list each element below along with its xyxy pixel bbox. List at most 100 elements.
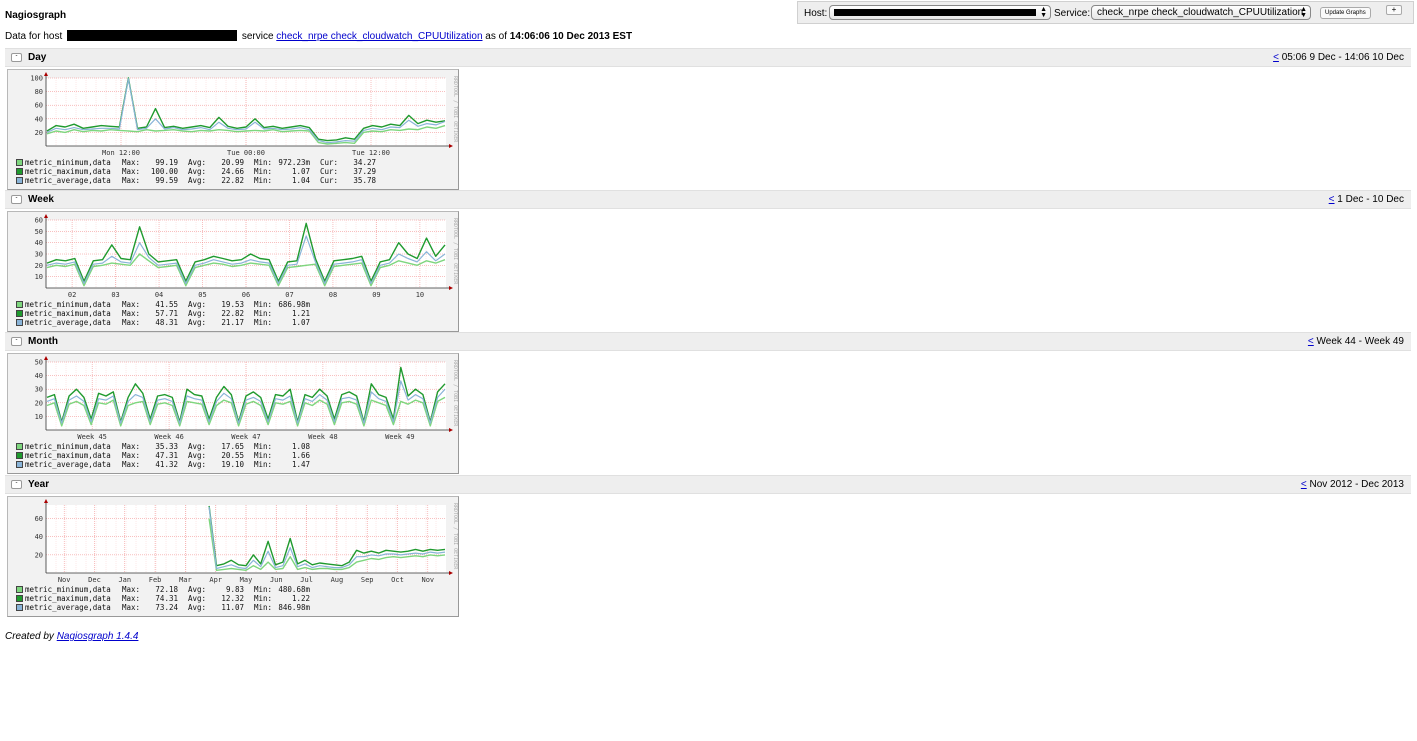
legend-max-value: 35.33 <box>155 442 178 451</box>
legend-series-name: metric_minimum,data <box>25 442 111 451</box>
host-select[interactable]: ▲ ▼ <box>829 5 1051 20</box>
legend-avg-label: Avg: <box>188 585 207 594</box>
y-tick-label: 40 <box>35 115 43 123</box>
y-tick-label: 30 <box>35 251 43 259</box>
legend-cur-label: Cur: <box>320 158 339 167</box>
legend-max-label: Max: <box>122 176 141 185</box>
chart-month: 10 20 30 40 50 Week 45 Week 46 Week 47 Week 48 We… <box>35 356 458 441</box>
legend-row: metric_minimum,data Max: 99.19 Avg: 20.99 Min… <box>16 158 376 167</box>
legend-swatch <box>16 461 23 468</box>
legend-cur-label: Cur: <box>320 176 339 185</box>
legend-min-value: 1.07 <box>291 318 310 327</box>
expand-options-button[interactable]: + <box>1386 5 1402 15</box>
legend-max-label: Max: <box>122 603 141 612</box>
x-tick-label: Mar <box>179 576 192 584</box>
legend-max-value: 100.00 <box>150 167 178 176</box>
collapse-toggle-button[interactable]: - <box>11 195 22 204</box>
x-tick-label: Nov <box>421 576 434 584</box>
section-header-week: - Week < 1 Dec - 10 Dec <box>5 190 1411 209</box>
previous-period-link[interactable]: < <box>1301 479 1307 490</box>
legend-series-name: metric_maximum,data <box>25 451 111 460</box>
y-tick-label: 20 <box>35 399 43 407</box>
legend-max-value: 99.19 <box>155 158 178 167</box>
chart-legend: metric_minimum,data Max: 41.55 Avg: 19.53 Min… <box>16 300 310 327</box>
chart-year: 20 40 60 Nov Dec Jan Feb Mar Apr May Jun Jul Aug Sep O… <box>35 499 458 584</box>
legend-swatch <box>16 604 23 611</box>
x-tick-label: Tue 00:00 <box>227 149 265 157</box>
x-axis-arrow-icon <box>449 144 453 148</box>
previous-period-link[interactable]: < <box>1308 336 1314 347</box>
y-tick-label: 40 <box>35 533 43 541</box>
legend-min-label: Min: <box>254 167 273 176</box>
legend-row: metric_maximum,data Max: 47.31 Avg: 20.55 Min… <box>16 451 310 460</box>
host-redaction <box>834 9 1036 16</box>
legend-row: metric_average,data Max: 73.24 Avg: 11.07 Min… <box>16 603 310 612</box>
graph-panel-year: 20 40 60 Nov Dec Jan Feb Mar Apr May Jun Jul Aug Sep O… <box>7 496 459 617</box>
rrdtool-credit-label: RRDTOOL / TOBI OETIKER <box>452 218 458 285</box>
x-tick-label: Week 46 <box>154 433 184 441</box>
previous-period-link[interactable]: < <box>1329 194 1335 205</box>
section-header-day: - Day < 05:06 9 Dec - 14:06 10 Dec <box>5 48 1411 67</box>
x-tick-label: Jan <box>118 576 131 584</box>
x-tick-label: 06 <box>242 291 250 299</box>
legend-avg-label: Avg: <box>188 158 207 167</box>
x-tick-label: 07 <box>285 291 293 299</box>
service-select[interactable]: check_nrpe check_cloudwatch_CPUUtilizati… <box>1091 5 1311 20</box>
y-axis-arrow-icon <box>44 499 48 503</box>
legend-avg-label: Avg: <box>188 167 207 176</box>
legend-max-value: 72.18 <box>155 585 178 594</box>
x-tick-label: Week 48 <box>308 433 338 441</box>
legend-min-value: 1.04 <box>291 176 310 185</box>
y-tick-label: 10 <box>35 273 43 281</box>
x-tick-label: Mon 12:00 <box>102 149 140 157</box>
legend-min-value: 1.22 <box>291 594 310 603</box>
legend-max-label: Max: <box>122 594 141 603</box>
legend-swatch <box>16 595 23 602</box>
legend-avg-label: Avg: <box>188 451 207 460</box>
collapse-toggle-button[interactable]: - <box>11 337 22 346</box>
y-tick-label: 80 <box>35 88 43 96</box>
y-tick-label: 60 <box>35 515 43 523</box>
period-range: < Week 44 - Week 49 <box>1308 336 1404 347</box>
legend-min-label: Min: <box>254 594 273 603</box>
legend-min-value: 1.47 <box>291 460 310 469</box>
y-axis-arrow-icon <box>44 356 48 360</box>
x-tick-label: Nov <box>58 576 71 584</box>
legend-row: metric_average,data Max: 41.32 Avg: 19.10 Min… <box>16 460 310 469</box>
legend-avg-label: Avg: <box>188 309 207 318</box>
legend-row: metric_minimum,data Max: 41.55 Avg: 19.53 Min… <box>16 300 310 309</box>
x-axis-arrow-icon <box>449 428 453 432</box>
x-tick-label: Sep <box>361 576 374 584</box>
update-graphs-button[interactable]: Update Graphs <box>1320 7 1371 19</box>
service-link[interactable]: check_nrpe check_cloudwatch_CPUUtilizati… <box>276 31 482 42</box>
legend-series-name: metric_average,data <box>25 460 111 469</box>
legend-min-label: Min: <box>254 176 273 185</box>
legend-avg-value: 24.66 <box>221 167 244 176</box>
nagiosgraph-link[interactable]: Nagiosgraph 1.4.4 <box>57 631 139 642</box>
y-tick-label: 100 <box>30 75 43 83</box>
chart-legend: metric_minimum,data Max: 72.18 Avg: 9.83 Min:… <box>16 585 310 612</box>
legend-min-value: 480.68m <box>278 585 310 594</box>
y-tick-label: 30 <box>35 386 43 394</box>
legend-avg-label: Avg: <box>188 318 207 327</box>
x-tick-label: 02 <box>68 291 76 299</box>
select-arrows-icon: ▲ ▼ <box>1040 6 1047 19</box>
legend-max-label: Max: <box>122 300 141 309</box>
collapse-toggle-button[interactable]: - <box>11 480 22 489</box>
previous-period-link[interactable]: < <box>1273 52 1279 63</box>
legend-series-name: metric_minimum,data <box>25 158 111 167</box>
legend-max-label: Max: <box>122 451 141 460</box>
legend-cur-value: 35.78 <box>353 176 376 185</box>
y-tick-label: 20 <box>35 129 43 137</box>
legend-min-value: 1.66 <box>291 451 310 460</box>
legend-max-label: Max: <box>122 309 141 318</box>
legend-min-label: Min: <box>254 309 273 318</box>
host-name-redaction <box>67 30 238 41</box>
legend-max-label: Max: <box>122 460 141 469</box>
legend-min-label: Min: <box>254 460 273 469</box>
collapse-toggle-button[interactable]: - <box>11 53 22 62</box>
period-label: 05:06 9 Dec - 14:06 10 Dec <box>1281 52 1404 63</box>
graph-panel-month: 10 20 30 40 50 Week 45 Week 46 Week 47 Week 48 We… <box>7 353 459 474</box>
x-tick-label: 03 <box>111 291 119 299</box>
y-tick-label: 20 <box>35 551 43 559</box>
